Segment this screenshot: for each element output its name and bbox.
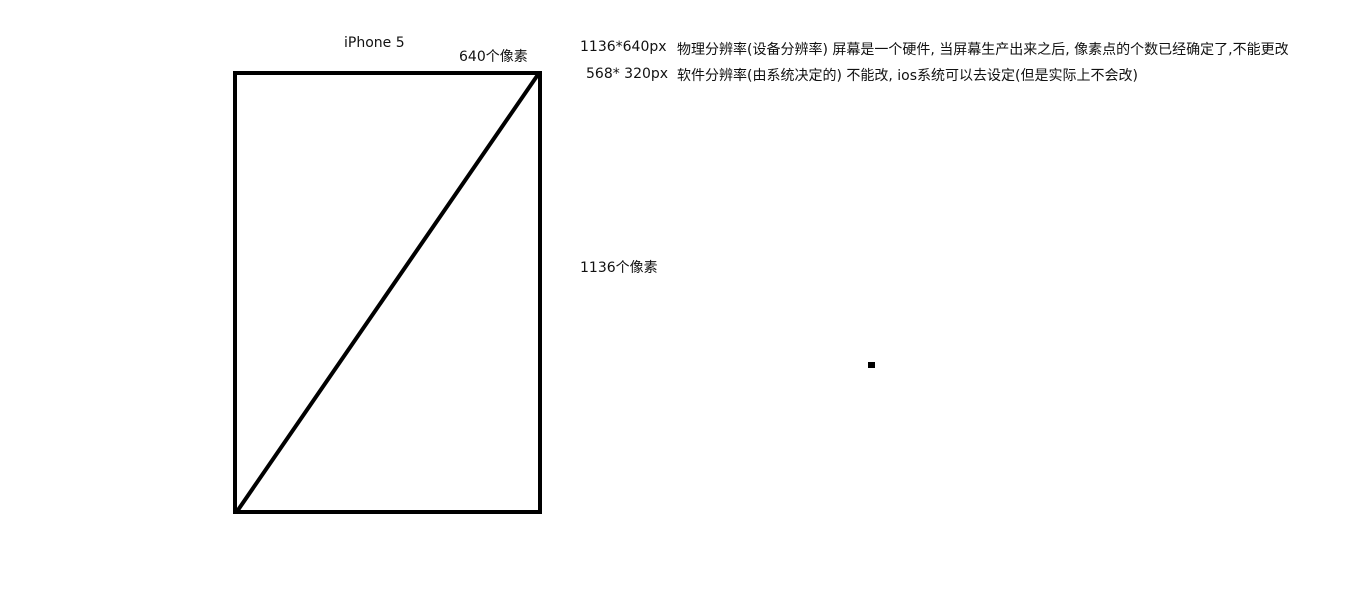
height-pixels-label: 1136个像素: [580, 260, 658, 276]
width-pixels-label: 640个像素: [459, 49, 528, 65]
screen-diagonal-line: [236, 74, 539, 512]
diagram-canvas: [233, 71, 875, 514]
software-resolution-value: 568* 320px: [586, 66, 669, 82]
device-title: iPhone 5: [344, 35, 405, 51]
software-resolution-description: 软件分辨率(由系统决定的) 不能改, ios系统可以去设定(但是实际上不会改): [677, 68, 1138, 84]
physical-resolution-value: 1136*640px: [580, 39, 667, 55]
physical-resolution-description: 物理分辨率(设备分辨率) 屏幕是一个硬件, 当屏幕生产出来之后, 像素点的个数已…: [677, 42, 1289, 58]
single-pixel-dot: [868, 362, 875, 368]
